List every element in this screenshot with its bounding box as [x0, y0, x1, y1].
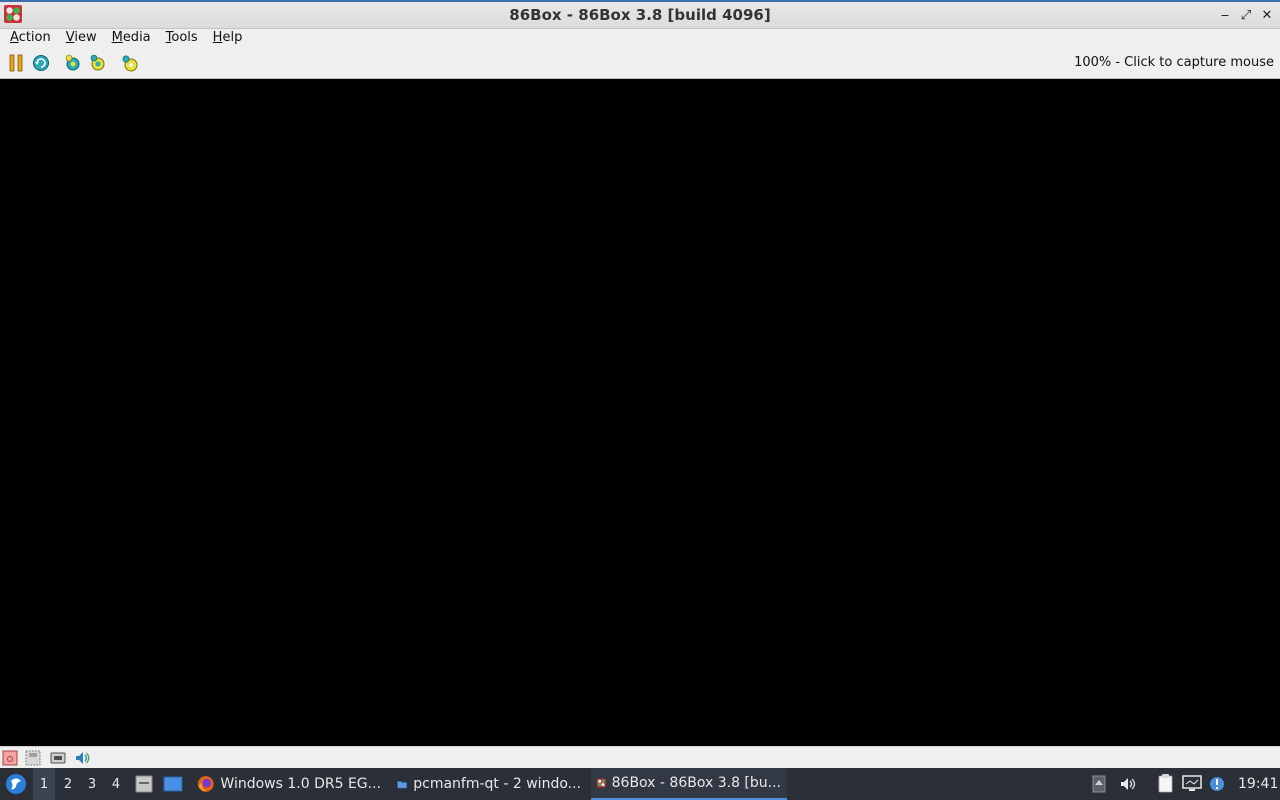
task-button-86box[interactable]: 86Box - 86Box 3.8 [bu... — [591, 768, 787, 800]
menu-bar: Action View Media Tools Help — [0, 29, 1280, 48]
task-label: 86Box - 86Box 3.8 [bu... — [611, 775, 781, 791]
menu-tools[interactable]: Tools — [161, 29, 203, 48]
hdd-status-button[interactable] — [2, 750, 18, 766]
desktop-3-button[interactable]: 3 — [81, 768, 103, 800]
menu-help[interactable]: Help — [208, 29, 248, 48]
lxqt-logo-icon — [6, 774, 26, 794]
network-icon — [50, 752, 66, 764]
hdd-icon — [2, 750, 18, 766]
quicklaunch-file-manager[interactable] — [133, 768, 155, 800]
task-label: Windows 1.0 DR5 EG... — [220, 776, 381, 792]
ctrl-alt-del-icon — [65, 54, 80, 71]
toolbar: 100% - Click to capture mouse — [0, 48, 1280, 79]
hard-reset-icon — [33, 55, 49, 71]
quicklaunch-show-desktop[interactable] — [162, 768, 184, 800]
task-button-pcmanfm[interactable]: pcmanfm-qt - 2 windo... — [391, 768, 587, 800]
emulator-screen[interactable] — [0, 79, 1280, 746]
firefox-icon — [197, 776, 214, 792]
task-button-firefox[interactable]: Windows 1.0 DR5 EG... — [191, 768, 387, 800]
task-label: pcmanfm-qt - 2 windo... — [413, 776, 581, 792]
file-cabinet-icon — [135, 775, 153, 793]
maximize-button[interactable]: ⤢ — [1237, 6, 1255, 24]
minimize-button[interactable]: ‒ — [1216, 6, 1234, 24]
floppy-status-button[interactable] — [25, 750, 41, 766]
sound-status-button[interactable] — [74, 750, 90, 766]
ctrl-alt-esc-button[interactable] — [88, 53, 108, 73]
settings-icon — [122, 55, 138, 72]
floppy-icon — [25, 750, 41, 766]
menu-view[interactable]: View — [61, 29, 102, 48]
pause-button[interactable] — [6, 53, 26, 73]
settings-button[interactable] — [120, 53, 140, 73]
ctrl-alt-del-button[interactable] — [63, 53, 83, 73]
start-menu-button[interactable] — [4, 768, 28, 800]
network-monitor-icon — [1182, 775, 1202, 791]
tray-up-arrow-icon — [1092, 775, 1106, 793]
desktop-4-button[interactable]: 4 — [105, 768, 127, 800]
menu-action[interactable]: Action — [5, 29, 56, 48]
ctrl-alt-esc-icon — [90, 54, 105, 71]
status-bar — [0, 746, 1280, 768]
taskbar-clock[interactable]: 19:41 — [1238, 768, 1278, 800]
menu-media[interactable]: Media — [107, 29, 156, 48]
window-title: 86Box - 86Box 3.8 [build 4096] — [509, 6, 771, 24]
pause-icon — [9, 54, 23, 72]
speaker-icon — [1121, 778, 1136, 790]
hard-reset-button[interactable] — [31, 53, 51, 73]
tray-clipboard-button[interactable] — [1154, 768, 1176, 800]
capture-mouse-status[interactable]: 100% - Click to capture mouse — [1074, 55, 1274, 70]
tray-expand-button[interactable] — [1090, 768, 1108, 800]
tray-notification-button[interactable] — [1208, 768, 1226, 800]
desktop-2-button[interactable]: 2 — [57, 768, 79, 800]
window-titlebar[interactable]: 86Box - 86Box 3.8 [build 4096] ‒ ⤢ ✕ — [0, 0, 1280, 29]
sound-icon — [76, 752, 90, 764]
notification-icon — [1210, 777, 1224, 791]
86box-icon — [597, 778, 606, 788]
folder-icon — [397, 781, 407, 789]
tray-volume-button[interactable] — [1118, 768, 1138, 800]
desktop-icon — [163, 776, 183, 792]
close-button[interactable]: ✕ — [1258, 6, 1276, 24]
clipboard-icon — [1158, 774, 1173, 793]
taskbar: 1 2 3 4 Windows 1.0 DR5 EG... pcmanfm-qt… — [0, 768, 1280, 800]
network-status-button[interactable] — [50, 750, 66, 766]
tray-network-button[interactable] — [1181, 768, 1203, 800]
desktop-1-button[interactable]: 1 — [33, 768, 55, 800]
